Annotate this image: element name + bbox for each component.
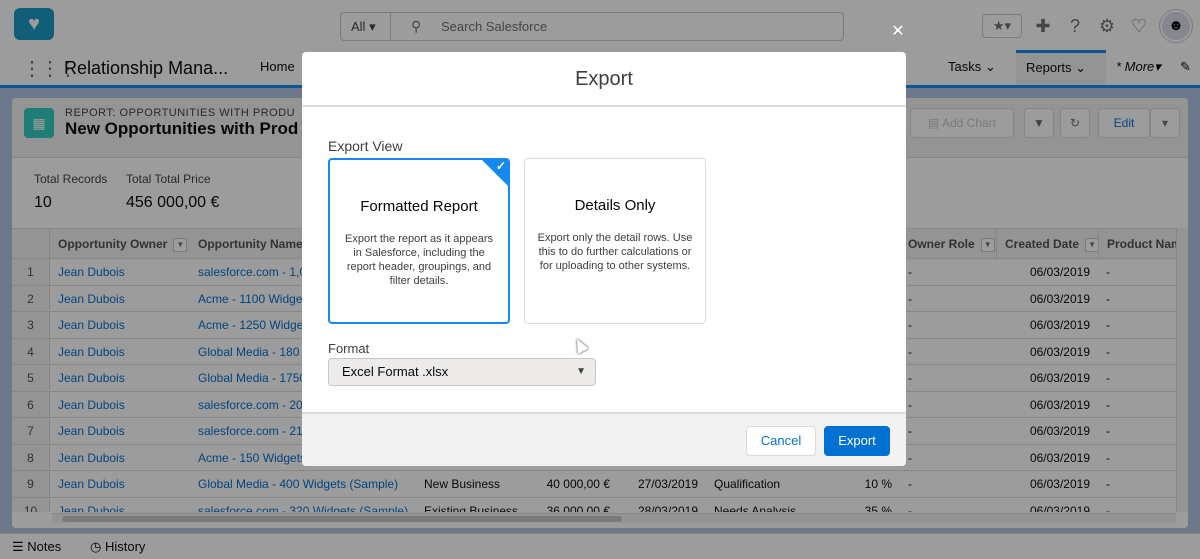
format-label: Format xyxy=(328,341,370,356)
format-select-value: Excel Format .xlsx xyxy=(342,364,449,379)
cancel-button[interactable]: Cancel xyxy=(746,426,816,456)
close-icon[interactable]: ✕ xyxy=(888,22,908,42)
checkmark-icon: ✓ xyxy=(495,159,506,173)
chevron-down-icon: ▼ xyxy=(576,366,586,377)
format-select[interactable]: Excel Format .xlsx ▼ xyxy=(328,358,596,386)
details-only-option[interactable]: Details Only Export only the detail rows… xyxy=(524,158,706,324)
option-title: Formatted Report xyxy=(360,198,478,215)
option-description: Export the report as it appears in Sales… xyxy=(345,233,493,287)
export-button[interactable]: Export xyxy=(824,426,890,456)
modal-footer: Cancel Export xyxy=(302,412,906,466)
option-title: Details Only xyxy=(574,197,656,214)
option-description: Export only the detail rows. Use this to… xyxy=(537,232,693,272)
export-modal: Export Export View ✓ Formatted Report Ex… xyxy=(302,52,906,466)
modal-title: Export xyxy=(302,52,906,107)
export-view-label: Export View xyxy=(328,138,403,154)
formatted-report-option[interactable]: ✓ Formatted Report Export the report as … xyxy=(328,158,510,324)
